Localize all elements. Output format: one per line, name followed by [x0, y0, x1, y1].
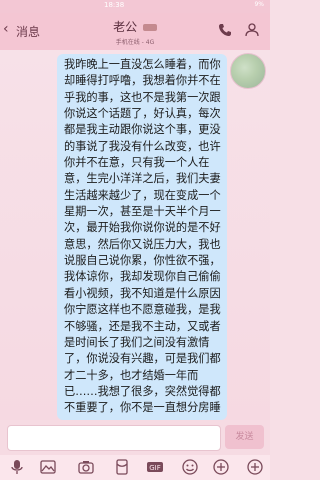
avatar[interactable] — [230, 53, 266, 89]
camera-icon[interactable] — [77, 458, 95, 476]
input-bar: 发送 — [0, 420, 270, 455]
status-battery: 9% — [254, 1, 264, 8]
more-icon[interactable] — [212, 458, 230, 476]
pet-icon — [142, 24, 157, 31]
online-status: 手机在线 - 4G — [115, 39, 155, 46]
status-time: 18:38 — [104, 1, 125, 9]
svg-text:GIF: GIF — [149, 464, 161, 472]
phone-icon[interactable] — [218, 23, 232, 37]
status-bar: 18:38 9% — [0, 0, 270, 13]
message-text: 我昨晚上一直没怎么睡着，而你却睡得打呼噜，我想着你并不在乎我的事，这也不是我第一… — [64, 58, 221, 415]
contact-name-text: 老公 — [113, 20, 138, 34]
gif-icon[interactable]: GIF — [146, 458, 164, 476]
microphone-icon[interactable] — [8, 458, 26, 476]
chat-area[interactable]: 我昨晚上一直没怎么睡着，而你却睡得打呼噜，我想着你并不在乎我的事，这也不是我第一… — [0, 50, 270, 420]
red-packet-icon[interactable] — [113, 458, 131, 476]
input-toolbar: GIF — [0, 455, 270, 480]
profile-icon[interactable] — [244, 23, 260, 37]
message-bubble[interactable]: 我昨晚上一直没怎么睡着，而你却睡得打呼噜，我想着你并不在乎我的事，这也不是我第一… — [57, 54, 227, 420]
image-icon[interactable] — [39, 458, 57, 476]
send-button[interactable]: 发送 — [225, 425, 264, 449]
emoji-icon[interactable] — [181, 458, 199, 476]
chat-header: ‹ 消息 老公 手机在线 - 4G — [0, 13, 270, 50]
add-icon[interactable] — [246, 458, 264, 476]
message-input[interactable] — [7, 425, 221, 451]
